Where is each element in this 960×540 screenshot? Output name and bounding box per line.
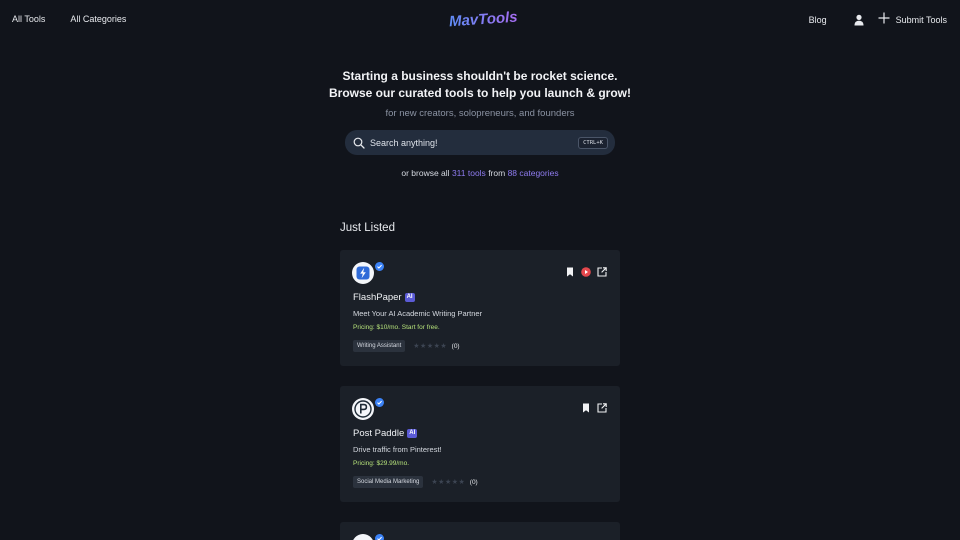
- category-tag[interactable]: Social Media Marketing: [353, 476, 424, 488]
- play-video-icon[interactable]: [581, 267, 591, 277]
- browse-middle: from: [488, 168, 506, 178]
- card-actions: [581, 403, 607, 413]
- category-tag[interactable]: Writing Assistant: [353, 340, 406, 352]
- external-link-icon[interactable]: [597, 403, 607, 413]
- browse-summary: or browse all 311 tools from 88 categori…: [0, 168, 960, 178]
- user-icon[interactable]: [853, 14, 865, 26]
- hero: Starting a business shouldn't be rocket …: [0, 68, 960, 119]
- verified-badge-icon: [375, 262, 384, 271]
- star-rating: ★ ★ ★ ★ ★: [413, 343, 446, 350]
- browse-prefix: or browse all: [401, 168, 450, 178]
- tool-logo: [352, 534, 374, 540]
- star-icon: ★: [420, 342, 427, 350]
- site-logo[interactable]: MavTools: [448, 9, 518, 31]
- letter-p-icon: [354, 400, 372, 418]
- tool-name-text: Post Paddle: [353, 428, 405, 439]
- tool-meta: Writing Assistant ★ ★ ★ ★ ★ (0): [353, 340, 460, 352]
- tool-logo-wrap: [352, 534, 384, 540]
- bookmark-icon[interactable]: [565, 267, 575, 277]
- hero-headline: Starting a business shouldn't be rocket …: [0, 68, 960, 101]
- tool-logo-wrap: [352, 398, 384, 420]
- tool-card[interactable]: FlashPaper AI Meet Your AI Academic Writ…: [340, 250, 620, 366]
- star-icon: ★: [458, 478, 465, 486]
- tool-name[interactable]: FlashPaper AI: [353, 292, 415, 303]
- external-link-icon[interactable]: [597, 267, 607, 277]
- section-title-just-listed: Just Listed: [340, 222, 395, 234]
- nav-all-tools[interactable]: All Tools: [12, 14, 45, 24]
- submit-tools-button[interactable]: Submit Tools: [878, 12, 947, 28]
- submit-tools-label: Submit Tools: [895, 15, 947, 25]
- search-input[interactable]: Search anything!: [370, 138, 578, 148]
- verified-badge-icon: [375, 398, 384, 407]
- tool-pricing: Pricing: $29.99/mo.: [353, 460, 410, 467]
- nav-blog[interactable]: Blog: [809, 15, 827, 25]
- nav-all-categories[interactable]: All Categories: [70, 14, 126, 24]
- top-nav: All Tools All Categories MavTools Blog S…: [0, 0, 960, 40]
- browse-categories-link[interactable]: 88 categories: [508, 168, 559, 178]
- browse-tools-link[interactable]: 311 tools: [452, 168, 486, 178]
- bookmark-icon[interactable]: [581, 403, 591, 413]
- ai-badge: AI: [407, 429, 418, 438]
- nav-right: Blog Submit Tools: [809, 12, 947, 28]
- star-icon: ★: [438, 478, 445, 486]
- star-icon: ★: [433, 342, 440, 350]
- tool-card[interactable]: [340, 522, 620, 540]
- tool-logo: [352, 398, 374, 420]
- verified-badge-icon: [375, 534, 384, 540]
- tool-tagline: Drive traffic from Pinterest!: [353, 445, 442, 454]
- star-icon: ★: [444, 478, 452, 486]
- hero-line-1: Starting a business shouldn't be rocket …: [342, 69, 618, 83]
- tool-name[interactable]: Post Paddle AI: [353, 428, 418, 439]
- ai-badge: AI: [404, 293, 415, 302]
- nav-left: All Tools All Categories: [12, 14, 126, 24]
- plus-icon: [878, 12, 890, 28]
- rating-count: (0): [469, 478, 478, 486]
- tool-card[interactable]: Post Paddle AI Drive traffic from Pinter…: [340, 386, 620, 502]
- search-icon: [353, 137, 365, 149]
- tool-name-text: FlashPaper: [353, 292, 402, 303]
- tool-tagline: Meet Your AI Academic Writing Partner: [353, 309, 483, 318]
- tool-logo: [352, 262, 374, 284]
- search-bar[interactable]: Search anything! CTRL+K: [345, 130, 615, 155]
- card-actions: [565, 267, 607, 277]
- search-shortcut-hint: CTRL+K: [578, 136, 608, 149]
- star-icon: ★: [431, 478, 438, 486]
- hero-subtitle: for new creators, solopreneurs, and foun…: [385, 108, 575, 119]
- tool-pricing: Pricing: $10/mo. Start for free.: [353, 324, 440, 331]
- hero-line-2: Browse our curated tools to help you lau…: [328, 85, 632, 100]
- star-icon: ★: [440, 342, 447, 350]
- star-icon: ★: [451, 478, 458, 486]
- star-rating: ★ ★ ★ ★ ★: [431, 479, 464, 486]
- rating-count: (0): [451, 342, 460, 350]
- star-icon: ★: [413, 342, 420, 350]
- tool-meta: Social Media Marketing ★ ★ ★ ★ ★ (0): [353, 476, 478, 488]
- lightning-bolt-icon: [356, 266, 370, 280]
- tool-logo-wrap: [352, 262, 384, 284]
- star-icon: ★: [426, 342, 434, 350]
